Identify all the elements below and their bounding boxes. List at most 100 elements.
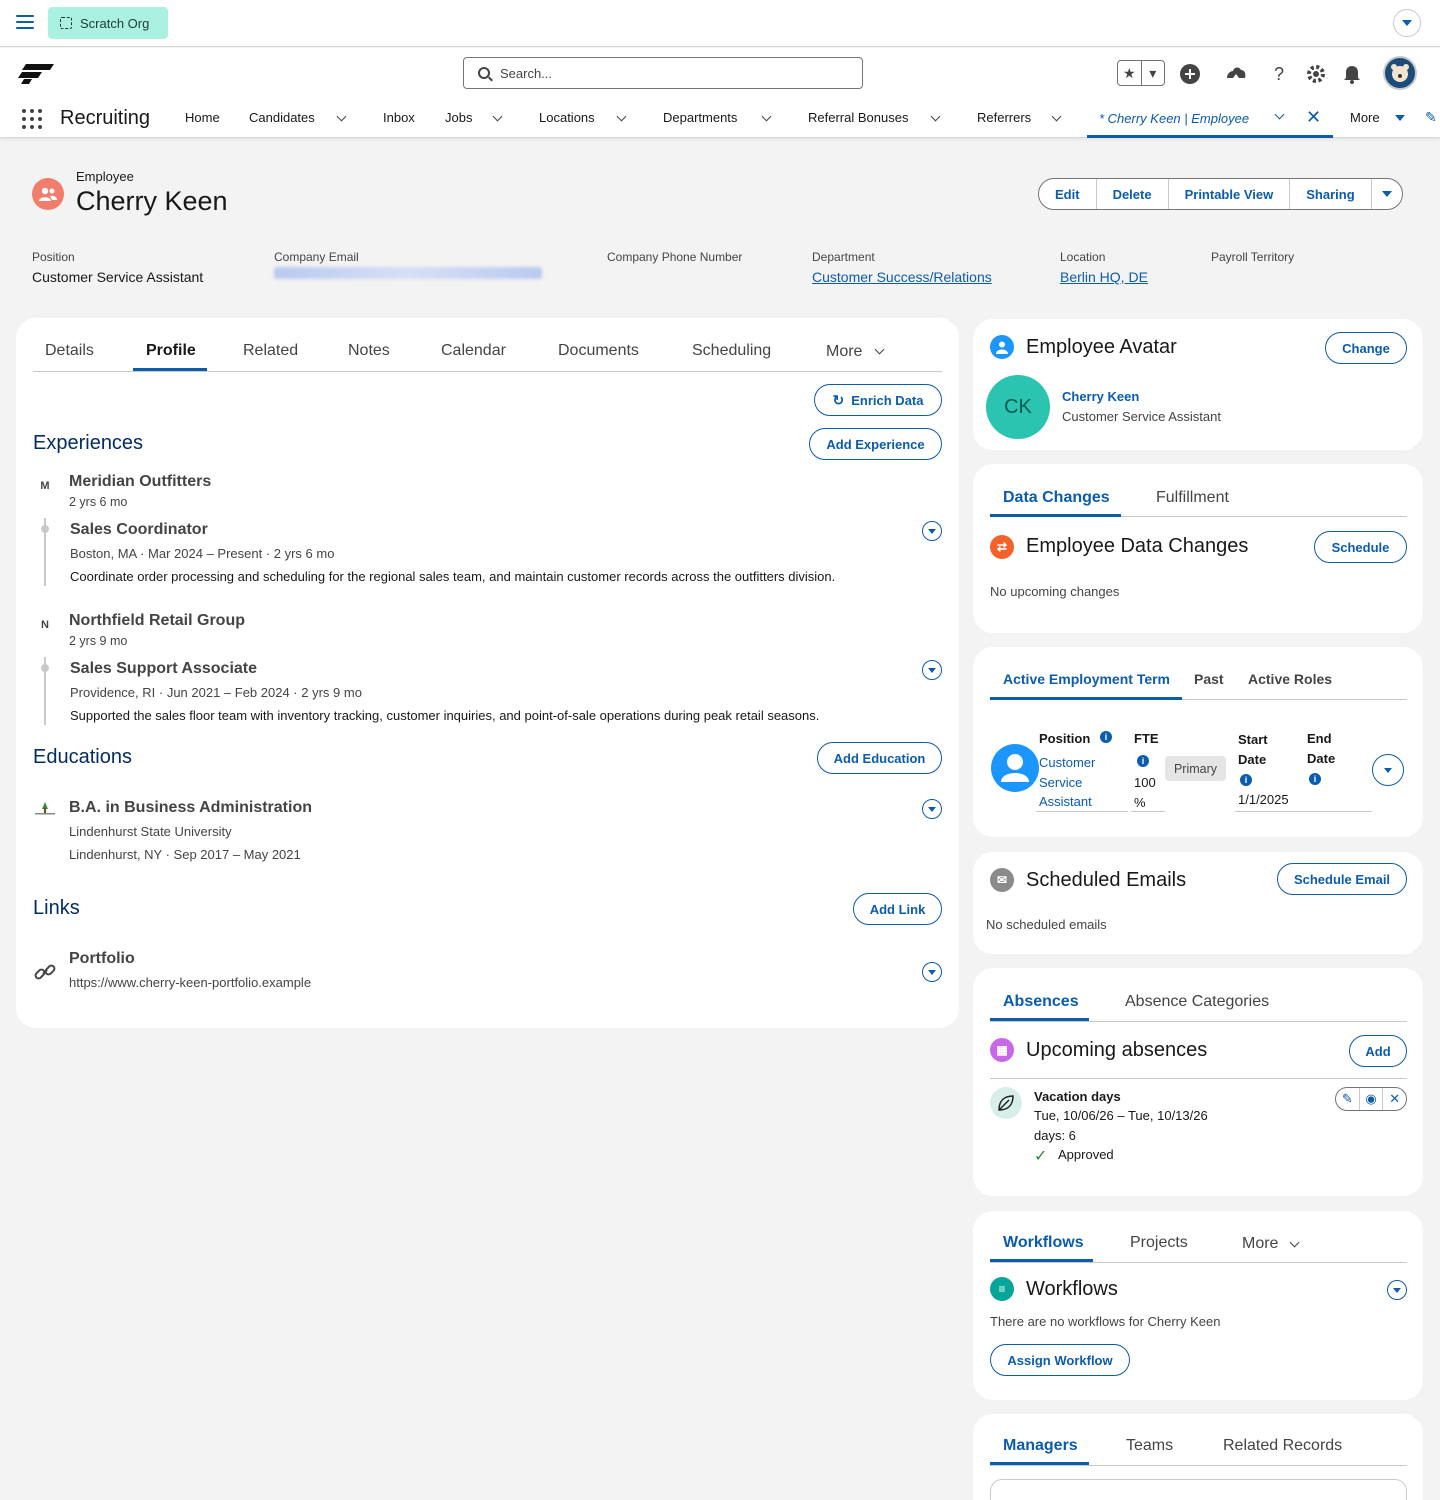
delete-x-icon[interactable]: ✕ [1383, 1088, 1406, 1110]
enrich-data-button[interactable]: ↻ Enrich Data [814, 384, 942, 416]
employment-menu-button[interactable] [1372, 754, 1404, 786]
edit-nav-pencil-icon[interactable]: ✎ [1425, 109, 1437, 126]
info-icon[interactable]: i [1100, 731, 1112, 743]
help-icon[interactable]: ? [1266, 61, 1292, 87]
schedule-button[interactable]: Schedule [1314, 531, 1407, 563]
add-link-button[interactable]: Add Link [853, 893, 942, 925]
chevron-down-icon [1384, 767, 1392, 773]
more-dropdown-icon[interactable] [1395, 115, 1405, 121]
tab-active-roles[interactable]: Active Roles [1248, 671, 1332, 687]
tab-workflows[interactable]: Workflows [1003, 1234, 1084, 1252]
tab-more[interactable]: More [826, 343, 862, 361]
setup-gear-icon[interactable] [1303, 61, 1329, 87]
edit-button[interactable]: Edit [1039, 179, 1097, 209]
nav-item-locations[interactable]: Locations [539, 110, 595, 125]
add-absence-button[interactable]: Add [1349, 1035, 1407, 1067]
app-launcher-icon[interactable] [22, 109, 42, 129]
change-avatar-button[interactable]: Change [1325, 332, 1407, 364]
nav-item-departments[interactable]: Departments [663, 110, 737, 125]
star-icon[interactable]: ★ [1118, 61, 1142, 85]
chevron-down-icon[interactable] [930, 111, 941, 122]
utility-dropdown-button[interactable] [1393, 9, 1421, 37]
education-menu-button[interactable] [922, 799, 942, 819]
tab-calendar[interactable]: Calendar [441, 342, 506, 360]
highlight-field-location: Location Berlin HQ, DE [1060, 250, 1148, 285]
delete-button[interactable]: Delete [1097, 179, 1169, 209]
tab-data-changes[interactable]: Data Changes [1003, 489, 1110, 507]
redacted-email[interactable] [274, 267, 542, 279]
nav-item-candidates[interactable]: Candidates [249, 110, 315, 125]
tab-active-employment-term[interactable]: Active Employment Term [1003, 671, 1170, 687]
edit-pencil-icon[interactable]: ✎ [1336, 1088, 1360, 1110]
avatar-name-link[interactable]: Cherry Keen [1062, 389, 1139, 404]
more-actions-button[interactable] [1372, 179, 1402, 209]
schedule-email-button[interactable]: Schedule Email [1277, 863, 1407, 895]
chevron-down-icon[interactable] [492, 111, 503, 122]
nav-item-referral-bonuses[interactable]: Referral Bonuses [808, 110, 908, 125]
chevron-down-icon[interactable] [874, 344, 885, 355]
data-changes-card: Data Changes Fulfillment ⇄ Employee Data… [973, 464, 1423, 633]
notifications-bell-icon[interactable] [1339, 61, 1365, 87]
tab-absences[interactable]: Absences [1003, 993, 1079, 1011]
nav-item-jobs[interactable]: Jobs [445, 110, 472, 125]
user-avatar[interactable] [1383, 56, 1417, 90]
highlight-field-payroll-territory: Payroll Territory [1211, 250, 1294, 264]
view-eye-icon[interactable]: ◉ [1360, 1088, 1384, 1110]
chevron-down-icon [1381, 191, 1392, 197]
tab-notes[interactable]: Notes [348, 342, 390, 360]
add-experience-button[interactable]: Add Experience [809, 428, 942, 460]
chevron-down-icon[interactable] [761, 111, 772, 122]
tab-past[interactable]: Past [1194, 671, 1224, 687]
field-label: Company Phone Number [607, 250, 743, 264]
department-link[interactable]: Customer Success/Relations [812, 269, 992, 285]
chevron-down-icon[interactable] [1051, 111, 1062, 122]
add-icon[interactable] [1177, 61, 1203, 87]
printable-view-button[interactable]: Printable View [1169, 179, 1291, 209]
info-icon[interactable]: i [1137, 755, 1149, 767]
location-link[interactable]: Berlin HQ, DE [1060, 269, 1148, 285]
info-icon[interactable]: i [1309, 773, 1321, 785]
position-label: Position [1039, 731, 1091, 746]
chevron-down-icon[interactable] [1274, 109, 1285, 120]
email-icon: ✉ [990, 868, 1014, 892]
tab-cherry-keen-employee[interactable]: * Cherry Keen | Employee ✕ [1087, 100, 1333, 138]
position-link[interactable]: Customer Service Assistant [1039, 753, 1095, 812]
calendar-icon: ▦ [990, 1038, 1014, 1062]
chevron-down-icon[interactable] [336, 111, 347, 122]
tab-profile[interactable]: Profile [146, 342, 196, 360]
tab-more[interactable]: More [1242, 1235, 1278, 1253]
experience-menu-button[interactable] [922, 521, 942, 541]
tab-documents[interactable]: Documents [558, 342, 639, 360]
trailhead-icon[interactable] [1223, 61, 1249, 87]
workflows-menu-button[interactable] [1387, 1280, 1407, 1300]
portfolio-url-link[interactable]: https://www.cherry-keen-portfolio.exampl… [69, 975, 311, 990]
chevron-down-icon[interactable] [1289, 1237, 1300, 1248]
tab-related[interactable]: Related [243, 342, 298, 360]
nav-item-home[interactable]: Home [185, 110, 220, 125]
favorites-button[interactable]: ★ ▾ [1117, 60, 1165, 86]
tab-scheduling[interactable]: Scheduling [692, 342, 771, 360]
nav-item-referrers[interactable]: Referrers [977, 110, 1031, 125]
sharing-button[interactable]: Sharing [1290, 179, 1372, 209]
favorites-dropdown-icon[interactable]: ▾ [1142, 61, 1165, 85]
tab-projects[interactable]: Projects [1130, 1234, 1188, 1252]
search-input[interactable]: Search... [463, 57, 863, 89]
experience-menu-button[interactable] [922, 660, 942, 680]
nav-item-inbox[interactable]: Inbox [383, 110, 415, 125]
info-icon[interactable]: i [1240, 774, 1252, 786]
tab-teams[interactable]: Teams [1126, 1437, 1173, 1455]
close-icon[interactable]: ✕ [1306, 107, 1321, 128]
assign-workflow-button[interactable]: Assign Workflow [990, 1344, 1130, 1376]
nav-more[interactable]: More [1350, 110, 1380, 125]
field-label: Company Email [274, 250, 359, 264]
chevron-down-icon[interactable] [616, 111, 627, 122]
tab-related-records[interactable]: Related Records [1223, 1437, 1342, 1455]
add-education-button[interactable]: Add Education [817, 742, 942, 774]
scratch-org-badge[interactable]: Scratch Org [48, 7, 168, 39]
link-menu-button[interactable] [922, 962, 942, 982]
tab-managers[interactable]: Managers [1003, 1437, 1078, 1455]
menu-icon[interactable] [16, 15, 34, 31]
tab-absence-categories[interactable]: Absence Categories [1125, 993, 1269, 1011]
tab-details[interactable]: Details [45, 342, 94, 360]
tab-fulfillment[interactable]: Fulfillment [1156, 489, 1229, 507]
